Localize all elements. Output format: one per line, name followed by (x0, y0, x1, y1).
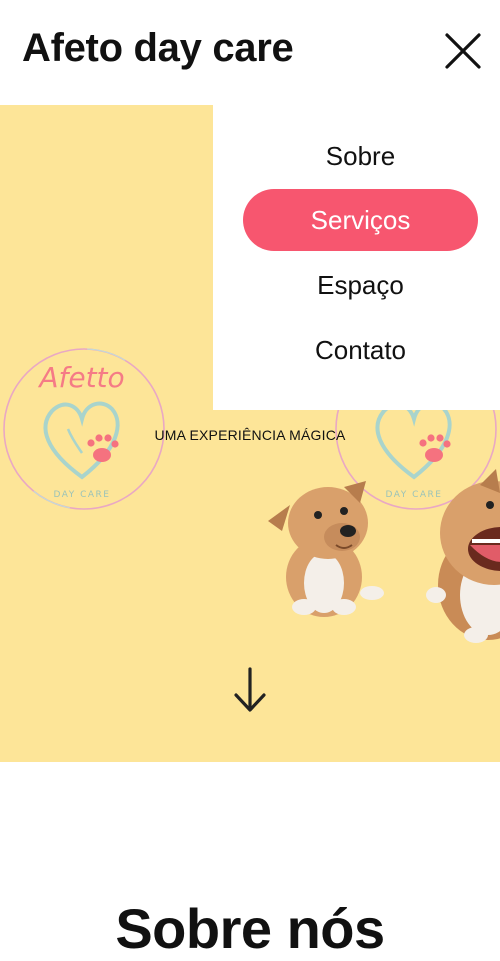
scroll-down-button[interactable] (232, 665, 268, 720)
logo-wordmark: Afetto (37, 361, 124, 394)
menu-item-servicos[interactable]: Serviços (243, 189, 478, 251)
menu-item-contato[interactable]: Contato (243, 319, 478, 381)
close-icon (445, 33, 481, 69)
menu-item-sobre[interactable]: Sobre (243, 125, 478, 187)
site-title: Afeto day care (22, 26, 294, 70)
site-header: Afeto day care (0, 0, 500, 105)
logo-subtitle: DAY CARE (54, 490, 111, 500)
menu-item-espaco[interactable]: Espaço (243, 254, 478, 316)
about-section-title: Sobre nós (115, 897, 385, 960)
arrow-down-icon (234, 667, 266, 712)
close-menu-button[interactable] (440, 28, 486, 74)
happy-dog-image (418, 445, 500, 650)
hero-tagline: UMA EXPERIÊNCIA MÁGICA (154, 427, 346, 443)
nav-menu: Sobre Serviços Espaço Contato (213, 105, 500, 410)
puppy-image (252, 465, 392, 630)
